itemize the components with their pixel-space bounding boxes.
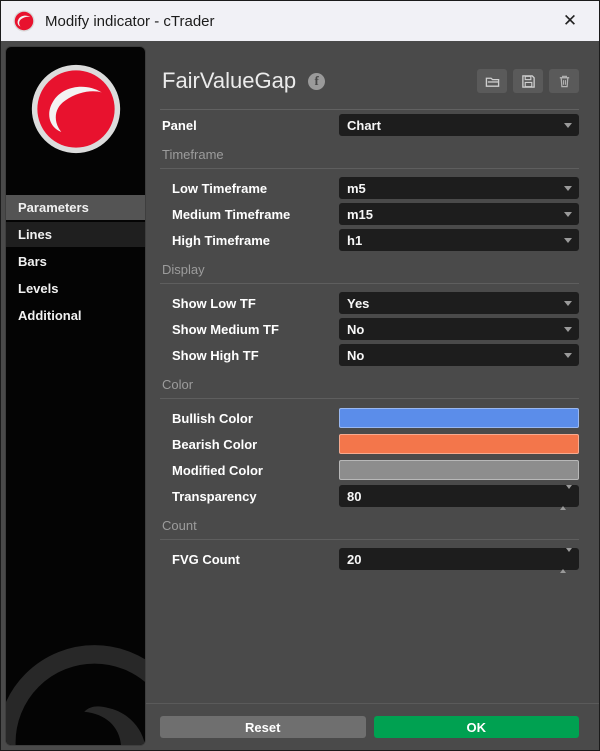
sidebar-item-lines[interactable]: Lines (6, 222, 145, 247)
sidebar-item-levels[interactable]: Levels (6, 276, 145, 301)
chevron-down-icon (564, 353, 572, 358)
low-timeframe-label: Low Timeframe (160, 181, 267, 196)
panel-select[interactable]: Chart (339, 114, 579, 136)
show-low-tf-select[interactable]: Yes (339, 292, 579, 314)
panel-select-value: Chart (339, 114, 579, 136)
ctrader-logo-large-icon (30, 63, 122, 155)
panel-label: Panel (160, 118, 197, 133)
show-high-tf-value: No (339, 344, 579, 366)
show-medium-tf-value: No (339, 318, 579, 340)
section-title-color: Color (160, 376, 579, 394)
transparency-row: Transparency 80 (160, 485, 579, 507)
high-timeframe-row: High Timeframe h1 (160, 229, 579, 251)
chevron-down-icon (564, 301, 572, 306)
ctrader-watermark-icon (5, 640, 146, 746)
dialog-body: Parameters Lines Bars Levels Additional … (1, 41, 599, 750)
medium-timeframe-row: Medium Timeframe m15 (160, 203, 579, 225)
indicator-header: FairValueGap f (162, 66, 579, 96)
high-timeframe-select[interactable]: h1 (339, 229, 579, 251)
bullish-color-swatch (339, 408, 579, 428)
window-title: Modify indicator - cTrader (45, 13, 215, 30)
open-folder-icon (485, 74, 500, 89)
transparency-stepper[interactable]: 80 (339, 485, 579, 507)
sidebar: Parameters Lines Bars Levels Additional (5, 46, 146, 746)
show-high-tf-label: Show High TF (160, 348, 259, 363)
save-icon (521, 74, 536, 89)
section-divider (160, 168, 579, 169)
fvg-count-value: 20 (339, 548, 579, 570)
medium-timeframe-select[interactable]: m15 (339, 203, 579, 225)
save-template-button[interactable] (513, 69, 543, 93)
transparency-value: 80 (339, 485, 579, 507)
bearish-color-label: Bearish Color (160, 437, 257, 452)
sidebar-item-additional[interactable]: Additional (6, 303, 145, 328)
header-toolbar (477, 69, 579, 93)
ctrader-logo-icon (13, 10, 35, 32)
modified-color-picker[interactable] (339, 459, 579, 481)
show-high-tf-select[interactable]: No (339, 344, 579, 366)
bullish-color-row: Bullish Color (160, 407, 579, 429)
delete-template-button[interactable] (549, 69, 579, 93)
bullish-color-label: Bullish Color (160, 411, 253, 426)
transparency-label: Transparency (160, 489, 257, 504)
low-timeframe-row: Low Timeframe m5 (160, 177, 579, 199)
modified-color-swatch (339, 460, 579, 480)
section-divider (160, 539, 579, 540)
reset-button[interactable]: Reset (160, 716, 366, 738)
medium-timeframe-label: Medium Timeframe (160, 207, 290, 222)
show-high-tf-row: Show High TF No (160, 344, 579, 366)
section-title-count: Count (160, 517, 579, 535)
show-low-tf-value: Yes (339, 292, 579, 314)
chevron-down-icon (564, 186, 572, 191)
modify-indicator-dialog: Modify indicator - cTrader ✕ Parameters … (0, 0, 600, 751)
sidebar-item-bars[interactable]: Bars (6, 249, 145, 274)
main-panel: FairValueGap f (146, 41, 599, 750)
medium-timeframe-value: m15 (339, 203, 579, 225)
section-divider (160, 398, 579, 399)
high-timeframe-label: High Timeframe (160, 233, 270, 248)
modified-color-label: Modified Color (160, 463, 263, 478)
section-title-display: Display (160, 261, 579, 279)
fvg-count-label: FVG Count (160, 552, 240, 567)
show-medium-tf-select[interactable]: No (339, 318, 579, 340)
stepper-arrows-icon[interactable] (560, 489, 572, 507)
bearish-color-row: Bearish Color (160, 433, 579, 455)
fvg-count-row: FVG Count 20 (160, 548, 579, 570)
bullish-color-picker[interactable] (339, 407, 579, 429)
close-icon[interactable]: ✕ (553, 4, 587, 38)
low-timeframe-value: m5 (339, 177, 579, 199)
chevron-down-icon (564, 212, 572, 217)
show-medium-tf-label: Show Medium TF (160, 322, 279, 337)
bearish-color-picker[interactable] (339, 433, 579, 455)
stepper-arrows-icon[interactable] (560, 552, 572, 570)
sidebar-menu: Parameters Lines Bars Levels Additional (6, 195, 145, 328)
trash-icon (557, 74, 572, 89)
chevron-down-icon (564, 238, 572, 243)
panel-row: Panel Chart (160, 114, 579, 136)
chevron-down-icon (564, 123, 572, 128)
header-divider (160, 109, 579, 110)
page-title: FairValueGap (162, 68, 296, 94)
fvg-count-stepper[interactable]: 20 (339, 548, 579, 570)
low-timeframe-select[interactable]: m5 (339, 177, 579, 199)
dialog-footer: Reset OK (146, 703, 599, 750)
show-low-tf-label: Show Low TF (160, 296, 256, 311)
title-bar: Modify indicator - cTrader ✕ (1, 1, 599, 41)
bearish-color-swatch (339, 434, 579, 454)
section-divider (160, 283, 579, 284)
modified-color-row: Modified Color (160, 459, 579, 481)
sidebar-item-parameters[interactable]: Parameters (6, 195, 145, 220)
show-medium-tf-row: Show Medium TF No (160, 318, 579, 340)
chevron-down-icon (564, 327, 572, 332)
info-icon[interactable]: f (308, 73, 325, 90)
high-timeframe-value: h1 (339, 229, 579, 251)
ok-button[interactable]: OK (374, 716, 580, 738)
section-title-timeframe: Timeframe (160, 146, 579, 164)
load-template-button[interactable] (477, 69, 507, 93)
show-low-tf-row: Show Low TF Yes (160, 292, 579, 314)
